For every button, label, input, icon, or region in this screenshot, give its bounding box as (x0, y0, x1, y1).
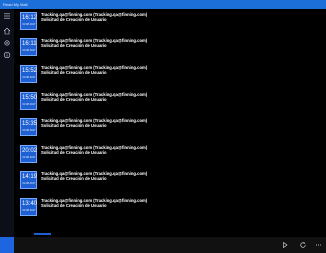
message-subject: Solicitud de Creación de Usuario (41, 203, 107, 208)
message-time: 15:50 (22, 95, 38, 101)
date-tile: 15:52 03.08.2017 (20, 65, 37, 83)
message-time: 14:19 (22, 174, 38, 180)
message-item[interactable]: 15:52 03.08.2017 Tracking.qa@finning.com… (20, 65, 320, 84)
message-date: 02.08.2017 (22, 156, 36, 159)
info-icon[interactable] (3, 51, 11, 59)
message-subject: Solicitud de Creación de Usuario (41, 150, 107, 155)
message-subject: Solicitud de Creación de Usuario (41, 17, 107, 22)
message-time: 15:52 (22, 68, 38, 74)
message-item[interactable]: 14:19 02.08.2017 Tracking.qa@finning.com… (20, 171, 320, 190)
message-date: 03.08.2017 (22, 129, 36, 132)
hamburger-menu-icon[interactable] (3, 12, 11, 20)
sidebar (0, 9, 14, 237)
scroll-indicator (34, 233, 51, 235)
window-title: Read My Mail (3, 2, 28, 7)
message-date: 02.08.2017 (22, 209, 36, 212)
message-date: 03.08.2017 (22, 103, 36, 106)
bottom-app-bar (0, 237, 326, 253)
message-time: 16:11 (22, 41, 37, 47)
more-icon[interactable] (315, 241, 323, 249)
date-tile: 16:11 03.08.2017 (20, 38, 37, 56)
home-icon[interactable] (3, 27, 11, 35)
bottom-accent-strip (0, 237, 14, 253)
settings-gear-icon[interactable] (3, 39, 11, 47)
message-item[interactable]: 15:35 03.08.2017 Tracking.qa@finning.com… (20, 118, 320, 137)
date-tile: 20:02 02.08.2017 (20, 145, 37, 163)
message-date: 03.08.2017 (22, 23, 36, 26)
message-item[interactable]: 16:12 03.08.2017 Tracking.qa@finning.com… (20, 12, 320, 31)
app-window: Read My Mail 16:12 03.08.2017 Tracking.q… (0, 0, 326, 253)
message-list: 16:12 03.08.2017 Tracking.qa@finning.com… (14, 9, 326, 237)
message-subject: Solicitud de Creación de Usuario (41, 43, 107, 48)
title-bar: Read My Mail (0, 0, 326, 9)
message-date: 03.08.2017 (22, 49, 36, 52)
message-time: 13:40 (22, 201, 38, 207)
play-icon[interactable] (281, 241, 289, 249)
message-subject: Solicitud de Creación de Usuario (41, 123, 107, 128)
message-item[interactable]: 13:40 02.08.2017 Tracking.qa@finning.com… (20, 198, 320, 217)
refresh-icon[interactable] (299, 241, 307, 249)
message-item[interactable]: 15:50 03.08.2017 Tracking.qa@finning.com… (20, 92, 320, 111)
message-subject: Solicitud de Creación de Usuario (41, 97, 107, 102)
message-time: 20:02 (22, 148, 38, 154)
date-tile: 13:40 02.08.2017 (20, 198, 37, 216)
date-tile: 15:50 03.08.2017 (20, 92, 37, 110)
message-item[interactable]: 16:11 03.08.2017 Tracking.qa@finning.com… (20, 38, 320, 57)
message-date: 02.08.2017 (22, 182, 36, 185)
message-date: 03.08.2017 (22, 76, 36, 79)
date-tile: 15:35 03.08.2017 (20, 118, 37, 136)
message-time: 16:12 (22, 15, 38, 21)
date-tile: 14:19 02.08.2017 (20, 171, 37, 189)
message-item[interactable]: 20:02 02.08.2017 Tracking.qa@finning.com… (20, 145, 320, 164)
message-subject: Solicitud de Creación de Usuario (41, 70, 107, 75)
message-subject: Solicitud de Creación de Usuario (41, 176, 107, 181)
date-tile: 16:12 03.08.2017 (20, 12, 37, 30)
message-time: 15:35 (22, 121, 38, 127)
